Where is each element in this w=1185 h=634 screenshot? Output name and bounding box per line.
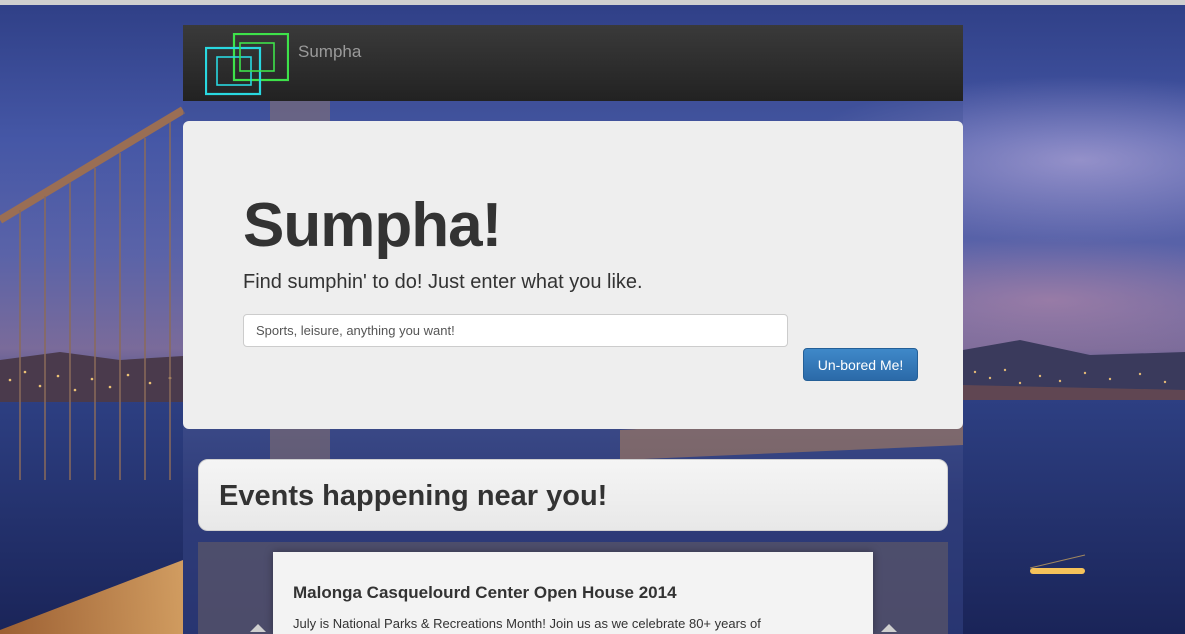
activity-search-input[interactable] [243, 314, 788, 347]
hero-subtitle: Find sumphin' to do! Just enter what you… [243, 271, 643, 293]
carousel-next-icon[interactable] [881, 624, 897, 632]
events-carousel: Malonga Casquelourd Center Open House 20… [198, 542, 948, 634]
event-description: July is National Parks & Recreations Mon… [293, 616, 761, 631]
events-heading-panel: Events happening near you! [198, 459, 948, 531]
navbar: Sumpha [183, 25, 963, 101]
events-heading: Events happening near you! [219, 480, 608, 512]
carousel-prev-icon[interactable] [250, 624, 266, 632]
hero-title: Sumpha! [243, 191, 502, 260]
unbored-me-button[interactable]: Un-bored Me! [803, 348, 918, 381]
page-container: Sumpha Sumpha! Find sumphin' to do! Just… [183, 25, 963, 634]
event-title[interactable]: Malonga Casquelourd Center Open House 20… [293, 583, 677, 603]
navbar-brand-link[interactable]: Sumpha [298, 42, 361, 62]
hero-jumbotron: Sumpha! Find sumphin' to do! Just enter … [183, 121, 963, 429]
sumpha-logo-icon[interactable] [205, 33, 289, 97]
event-card[interactable]: Malonga Casquelourd Center Open House 20… [273, 552, 873, 634]
